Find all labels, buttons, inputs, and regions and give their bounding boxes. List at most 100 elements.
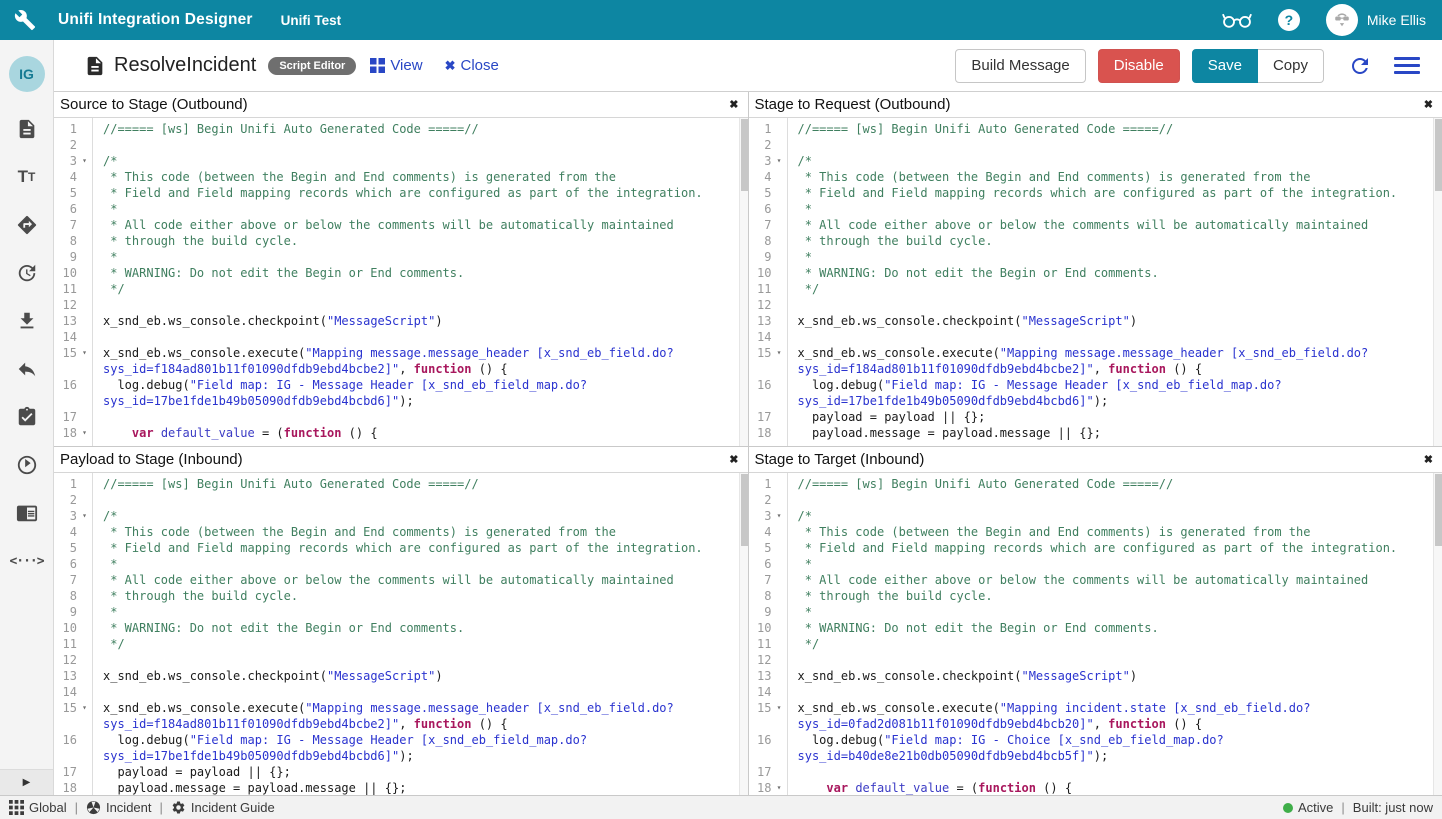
- build-message-button[interactable]: Build Message: [955, 49, 1085, 83]
- fold-arrow-icon[interactable]: ▾: [77, 508, 92, 524]
- sidebar-item-text-format[interactable]: TT: [15, 165, 39, 189]
- code-text: [92, 329, 739, 345]
- fold-spacer: [77, 604, 92, 620]
- user-name: Mike Ellis: [1367, 12, 1426, 28]
- line-gutter: 14: [749, 329, 787, 345]
- line-number: 15: [749, 700, 772, 732]
- scrollbar-thumb[interactable]: [741, 119, 748, 191]
- code-editor[interactable]: 1//===== [ws] Begin Unifi Auto Generated…: [749, 118, 1442, 446]
- script-panel: Stage to Target (Inbound)✖1//===== [ws] …: [749, 447, 1442, 795]
- line-number: 8: [749, 233, 772, 249]
- sidebar-item-undo[interactable]: [15, 357, 39, 381]
- scrollbar[interactable]: [739, 118, 748, 446]
- code-area[interactable]: 1//===== [ws] Begin Unifi Auto Generated…: [749, 118, 1434, 446]
- integration-avatar[interactable]: IG: [9, 56, 45, 92]
- breadcrumb-incident[interactable]: Incident: [86, 800, 152, 815]
- code-line: 10 * WARNING: Do not edit the Begin or E…: [749, 265, 1434, 281]
- line-number: 13: [54, 668, 77, 684]
- code-editor[interactable]: 1//===== [ws] Begin Unifi Auto Generated…: [749, 473, 1442, 795]
- scrollbar[interactable]: [1433, 473, 1442, 795]
- panel-close-icon[interactable]: ✖: [729, 98, 738, 111]
- fold-arrow-icon[interactable]: ▾: [772, 700, 787, 732]
- fold-arrow-icon[interactable]: ▾: [77, 700, 92, 732]
- spectate-glasses-icon[interactable]: [1222, 11, 1252, 29]
- line-number: 12: [54, 652, 77, 668]
- code-text: */: [92, 636, 739, 652]
- panel-close-icon[interactable]: ✖: [1424, 98, 1433, 111]
- fold-arrow-icon[interactable]: ▾: [77, 345, 92, 377]
- line-gutter: 12: [749, 652, 787, 668]
- code-area[interactable]: 1//===== [ws] Begin Unifi Auto Generated…: [54, 118, 739, 446]
- line-gutter: 17: [54, 409, 92, 425]
- code-row: * This code (between the Begin and End c…: [798, 169, 1434, 185]
- line-gutter: 14: [749, 684, 787, 700]
- line-number: 17: [54, 764, 77, 780]
- fold-arrow-icon[interactable]: ▾: [772, 780, 787, 795]
- app-title: Unifi Integration Designer: [58, 11, 253, 29]
- sidebar-item-history[interactable]: [15, 261, 39, 285]
- scrollbar[interactable]: [739, 473, 748, 795]
- code-row: sys_id=f184ad801b11f01090dfdb9ebd4bcbe2]…: [103, 716, 739, 732]
- code-area[interactable]: 1//===== [ws] Begin Unifi Auto Generated…: [749, 473, 1434, 795]
- active-status-dot: [1283, 803, 1293, 813]
- help-icon[interactable]: ?: [1278, 9, 1300, 31]
- panel-close-icon[interactable]: ✖: [1424, 453, 1433, 466]
- fold-arrow-icon[interactable]: ▾: [77, 425, 92, 441]
- breadcrumb-incident-guide[interactable]: Incident Guide: [171, 800, 275, 815]
- code-text: //===== [ws] Begin Unifi Auto Generated …: [787, 121, 1434, 137]
- code-line: 5 * Field and Field mapping records whic…: [749, 540, 1434, 556]
- sidebar-item-documentation[interactable]: [15, 501, 39, 525]
- copy-button[interactable]: Copy: [1258, 49, 1324, 83]
- line-gutter: 2: [54, 137, 92, 153]
- fold-spacer: [772, 281, 787, 297]
- scrollbar-thumb[interactable]: [1435, 474, 1442, 546]
- code-row: //===== [ws] Begin Unifi Auto Generated …: [103, 121, 739, 137]
- user-menu[interactable]: Mike Ellis: [1326, 4, 1426, 36]
- sidebar-item-run[interactable]: [15, 453, 39, 477]
- view-link[interactable]: View: [370, 57, 422, 74]
- sidebar-item-code[interactable]: <···>: [15, 549, 39, 573]
- sidebar-expand-button[interactable]: ▶: [0, 769, 53, 795]
- line-gutter: 15▾: [54, 700, 92, 732]
- line-gutter: 7: [749, 217, 787, 233]
- code-line: 3▾/*: [749, 508, 1434, 524]
- code-text: [787, 329, 1434, 345]
- save-button[interactable]: Save: [1192, 49, 1258, 83]
- code-editor[interactable]: 1//===== [ws] Begin Unifi Auto Generated…: [54, 473, 748, 795]
- line-gutter: 13: [54, 668, 92, 684]
- download-icon: [16, 310, 38, 332]
- wrench-icon[interactable]: [14, 9, 36, 31]
- sidebar-item-tasks[interactable]: [15, 405, 39, 429]
- fold-spacer: [772, 764, 787, 780]
- code-line: 18 payload.message = payload.message || …: [54, 780, 739, 795]
- fold-arrow-icon[interactable]: ▾: [772, 153, 787, 169]
- book-icon: [16, 502, 38, 524]
- code-line: 7 * All code either above or below the c…: [749, 572, 1434, 588]
- code-editor[interactable]: 1//===== [ws] Begin Unifi Auto Generated…: [54, 118, 748, 446]
- panel-close-icon[interactable]: ✖: [729, 453, 738, 466]
- line-number: 17: [54, 409, 77, 425]
- code-row: [103, 329, 739, 345]
- menu-icon[interactable]: [1394, 57, 1420, 74]
- sidebar-item-download[interactable]: [15, 309, 39, 333]
- code-row: var default_value = (function () {: [103, 425, 739, 441]
- line-number: 9: [749, 604, 772, 620]
- refresh-icon[interactable]: [1348, 54, 1372, 78]
- fold-arrow-icon[interactable]: ▾: [772, 345, 787, 377]
- sidebar-item-script[interactable]: [15, 117, 39, 141]
- environment-name[interactable]: Unifi Test: [281, 13, 342, 28]
- code-text: x_snd_eb.ws_console.checkpoint("MessageS…: [92, 668, 739, 684]
- scrollbar-thumb[interactable]: [1435, 119, 1442, 191]
- fold-arrow-icon[interactable]: ▾: [77, 153, 92, 169]
- disable-button[interactable]: Disable: [1098, 49, 1180, 83]
- scrollbar[interactable]: [1433, 118, 1442, 446]
- scrollbar-thumb[interactable]: [741, 474, 748, 546]
- close-link[interactable]: ✖ Close: [445, 57, 499, 74]
- scope-global[interactable]: Global: [9, 800, 67, 815]
- code-line: 13x_snd_eb.ws_console.checkpoint("Messag…: [54, 313, 739, 329]
- code-text: * through the build cycle.: [787, 233, 1434, 249]
- sidebar-item-directions[interactable]: [15, 213, 39, 237]
- fold-arrow-icon[interactable]: ▾: [772, 508, 787, 524]
- fold-spacer: [77, 265, 92, 281]
- code-area[interactable]: 1//===== [ws] Begin Unifi Auto Generated…: [54, 473, 739, 795]
